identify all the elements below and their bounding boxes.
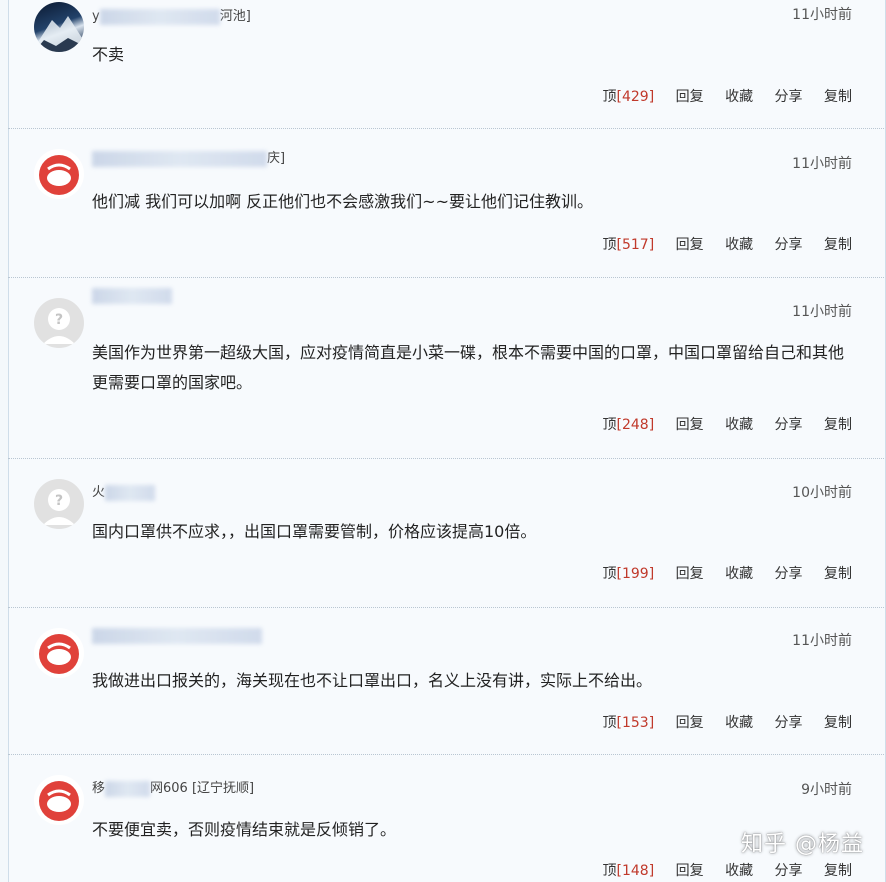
- favorite-button[interactable]: 收藏: [725, 417, 753, 433]
- copy-button[interactable]: 复制: [824, 863, 852, 879]
- up-count: [517]: [616, 237, 655, 253]
- comment-item: y 河池] 11小时前 不卖 顶[429] 回复 收藏 分享 复制: [8, 0, 884, 129]
- comment-actions: 顶[148] 回复 收藏 分享 复制: [569, 860, 852, 880]
- comment-actions: 顶[517] 回复 收藏 分享 复制: [569, 234, 852, 254]
- comment-item: 移 网606 [辽宁抚顺] 9小时前 不要便宜卖，否则疫情结束就是反倾销了。 顶[…: [8, 755, 884, 882]
- comment-time: 10小时前: [792, 485, 852, 501]
- comment-text: 国内口罩供不应求，，出国口罩需要管制，价格应该提高10倍。: [92, 522, 537, 541]
- share-button[interactable]: 分享: [775, 417, 803, 433]
- default-user-icon: ?: [43, 489, 75, 525]
- comment-actions: 顶[199] 回复 收藏 分享 复制: [569, 563, 852, 583]
- news-logo-icon: [39, 634, 79, 674]
- up-count: [248]: [616, 417, 655, 433]
- up-count: [199]: [616, 566, 655, 582]
- user-avatar[interactable]: [34, 2, 84, 52]
- share-button[interactable]: 分享: [775, 89, 803, 105]
- user-avatar[interactable]: ?: [34, 479, 84, 529]
- comment-item: 庆] 11小时前 他们减 我们可以加啊 反正他们也不会感激我们~~要让他们记住教…: [8, 129, 884, 278]
- comment-item: 11小时前 我做进出口报关的，海关现在也不让口罩出口，名义上没有讲，实际上不给出…: [8, 608, 884, 755]
- username-location: 河池]: [219, 9, 251, 24]
- share-button[interactable]: 分享: [775, 237, 803, 253]
- username-redacted: [99, 8, 220, 25]
- favorite-button[interactable]: 收藏: [725, 566, 753, 582]
- comment-time: 11小时前: [792, 633, 852, 649]
- copy-button[interactable]: 复制: [824, 417, 852, 433]
- username-text: 火: [92, 485, 106, 500]
- username[interactable]: 移 网606 [辽宁抚顺]: [92, 777, 254, 797]
- reply-button[interactable]: 回复: [676, 566, 704, 582]
- copy-button[interactable]: 复制: [824, 237, 852, 253]
- up-vote-button[interactable]: 顶[199]: [586, 566, 655, 582]
- username-location: 网606 [辽宁抚顺]: [150, 781, 255, 796]
- username-location: 庆]: [267, 151, 286, 166]
- news-logo-icon: [39, 781, 79, 821]
- mountain-avatar-icon: [34, 16, 84, 52]
- comment-text: 不要便宜卖，否则疫情结束就是反倾销了。: [92, 820, 397, 839]
- user-avatar[interactable]: [34, 149, 84, 199]
- username-redacted: [92, 150, 267, 167]
- up-vote-button[interactable]: 顶[153]: [586, 715, 655, 731]
- username-redacted: [105, 780, 151, 797]
- favorite-button[interactable]: 收藏: [725, 89, 753, 105]
- up-vote-button[interactable]: 顶[148]: [586, 863, 655, 879]
- favorite-button[interactable]: 收藏: [725, 863, 753, 879]
- up-count: [153]: [616, 715, 655, 731]
- comment-item: ? 火 10小时前 国内口罩供不应求，，出国口罩需要管制，价格应该提高10倍。 …: [8, 459, 884, 608]
- comment-text: 他们减 我们可以加啊 反正他们也不会感激我们~~要让他们记住教训。: [92, 192, 593, 211]
- comment-text: 美国作为世界第一超级大国，应对疫情简直是小菜一碟，根本不需要中国的口罩，中国口罩…: [92, 343, 845, 392]
- up-count: [429]: [616, 89, 655, 105]
- svg-text:?: ?: [55, 312, 63, 328]
- share-button[interactable]: 分享: [775, 863, 803, 879]
- favorite-button[interactable]: 收藏: [725, 237, 753, 253]
- username-redacted: [92, 288, 172, 304]
- favorite-button[interactable]: 收藏: [725, 715, 753, 731]
- news-logo-icon: [39, 155, 79, 195]
- reply-button[interactable]: 回复: [676, 715, 704, 731]
- copy-button[interactable]: 复制: [824, 566, 852, 582]
- copy-button[interactable]: 复制: [824, 715, 852, 731]
- share-button[interactable]: 分享: [775, 715, 803, 731]
- comment-actions: 顶[153] 回复 收藏 分享 复制: [569, 712, 852, 732]
- comment-time: 9小时前: [801, 782, 852, 798]
- user-avatar[interactable]: [34, 775, 84, 825]
- comment-actions: 顶[429] 回复 收藏 分享 复制: [569, 86, 852, 106]
- svg-text:?: ?: [55, 493, 63, 509]
- reply-button[interactable]: 回复: [676, 89, 704, 105]
- comment-item: ? 11小时前 美国作为世界第一超级大国，应对疫情简直是小菜一碟，根本不需要中国…: [8, 278, 884, 459]
- comment-time: 11小时前: [792, 156, 852, 172]
- username[interactable]: 庆]: [92, 147, 285, 167]
- username-text: y: [92, 9, 100, 24]
- comment-time: 11小时前: [792, 304, 852, 320]
- reply-button[interactable]: 回复: [676, 863, 704, 879]
- reply-button[interactable]: 回复: [676, 417, 704, 433]
- username-redacted: [92, 628, 262, 644]
- user-avatar[interactable]: [34, 628, 84, 678]
- username[interactable]: 火: [92, 481, 156, 501]
- up-vote-button[interactable]: 顶[429]: [586, 89, 655, 105]
- comment-actions: 顶[248] 回复 收藏 分享 复制: [569, 414, 852, 434]
- zhihu-watermark: 知乎 @杨益: [741, 832, 864, 857]
- username[interactable]: [92, 288, 172, 304]
- username[interactable]: [92, 628, 262, 644]
- copy-button[interactable]: 复制: [824, 89, 852, 105]
- up-vote-button[interactable]: 顶[248]: [586, 417, 655, 433]
- user-avatar[interactable]: ?: [34, 298, 84, 348]
- username[interactable]: y 河池]: [92, 5, 251, 25]
- up-count: [148]: [616, 863, 655, 879]
- username-redacted: [105, 484, 156, 501]
- comment-text: 不卖: [92, 45, 125, 64]
- comment-time: 11小时前: [792, 7, 852, 23]
- username-text: 移: [92, 781, 106, 796]
- up-vote-button[interactable]: 顶[517]: [586, 237, 655, 253]
- default-user-icon: ?: [43, 308, 75, 344]
- share-button[interactable]: 分享: [775, 566, 803, 582]
- reply-button[interactable]: 回复: [676, 237, 704, 253]
- comment-text: 我做进出口报关的，海关现在也不让口罩出口，名义上没有讲，实际上不给出。: [92, 671, 653, 690]
